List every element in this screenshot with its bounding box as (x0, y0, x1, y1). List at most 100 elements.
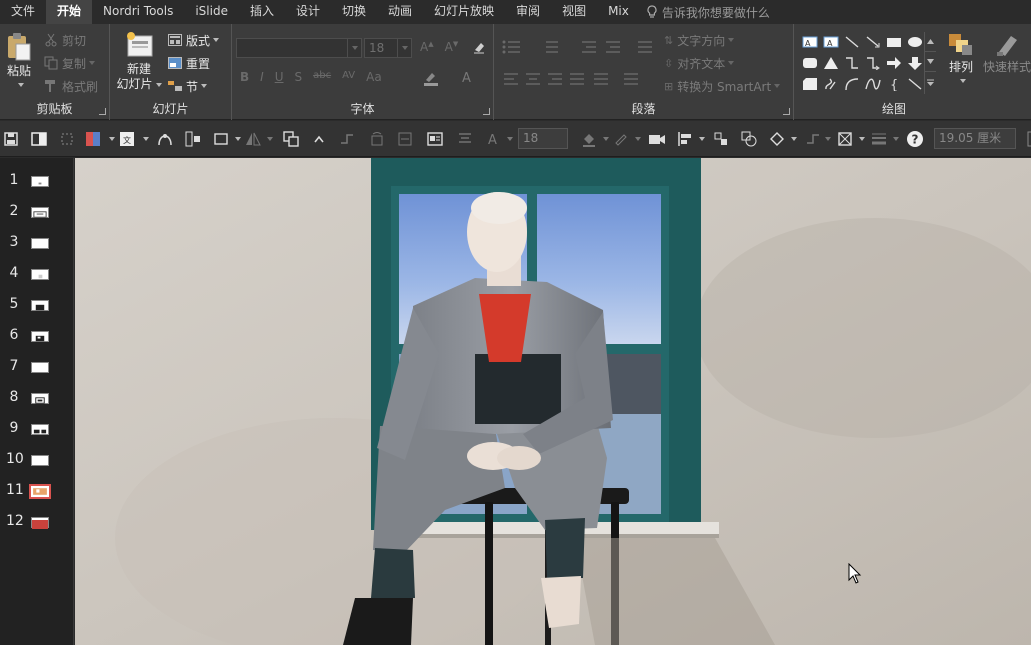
slide-thumbnail[interactable]: 7 (0, 352, 74, 383)
tab-home[interactable]: 开始 (46, 0, 93, 24)
tab-nordri-tools[interactable]: Nordri Tools (92, 0, 184, 24)
align-center-icon[interactable] (456, 130, 474, 148)
slide-thumbnail[interactable]: 12 (0, 507, 74, 538)
fill-color-icon[interactable] (84, 130, 102, 148)
cut-button[interactable]: 剪切 (44, 30, 86, 50)
convert-smartart-button[interactable]: ⊞ 转换为 SmartArt (664, 76, 781, 96)
align-left-objects-icon[interactable] (676, 130, 694, 148)
change-shape-icon[interactable] (768, 130, 786, 148)
help-icon[interactable]: ? (906, 130, 924, 148)
font-a-icon[interactable]: A (484, 130, 502, 148)
align-text-button[interactable]: ⇳ 对齐文本 (664, 53, 735, 73)
shape-outline-icon[interactable] (612, 130, 630, 148)
slide-thumbnail[interactable]: 8 (0, 383, 74, 414)
slide-thumbnail-image[interactable] (31, 362, 49, 373)
align-shapes-icon[interactable] (184, 130, 202, 148)
slide-thumbnail[interactable]: 4 (0, 259, 74, 290)
layout-button[interactable]: 版式 (168, 30, 220, 50)
reset-button[interactable]: 重置 (168, 53, 210, 73)
curve-shape-icon[interactable] (863, 74, 883, 94)
qat-font-size-box[interactable]: 18 (518, 128, 568, 149)
rounded-rect-shape-icon[interactable] (800, 53, 820, 73)
slide-thumbnail-image[interactable] (31, 238, 49, 249)
slide-thumbnail[interactable]: 3 (0, 228, 74, 259)
slide-thumbnail-image[interactable] (31, 393, 49, 404)
collapse-up-icon[interactable] (310, 130, 328, 148)
gallery-up-icon[interactable] (925, 32, 936, 52)
slide-thumbnail-image[interactable] (31, 300, 49, 311)
edit-points-icon[interactable] (156, 130, 174, 148)
tab-slideshow[interactable]: 幻灯片放映 (423, 0, 505, 24)
shapes-gallery[interactable]: A A { (800, 32, 924, 94)
shape-width-box[interactable]: 19.05 厘米 (934, 128, 1016, 149)
group-shapes-icon[interactable] (282, 130, 300, 148)
slide-thumbnail-image[interactable] (31, 176, 49, 187)
slide-thumbnail[interactable]: 5 (0, 290, 74, 321)
shape-union-icon[interactable] (740, 130, 758, 148)
elbow-arrow-connector-icon[interactable] (863, 53, 883, 73)
slide-thumbnail[interactable]: 2 (0, 197, 74, 228)
shadow-icon[interactable]: S (295, 70, 303, 84)
save-icon[interactable] (2, 130, 20, 148)
underline-icon[interactable]: U (275, 70, 284, 84)
increase-font-icon[interactable]: A▲ (420, 40, 434, 54)
slide-photo[interactable] (75, 158, 1031, 645)
clear-formatting-icon[interactable] (472, 40, 486, 54)
video-icon[interactable] (648, 130, 666, 148)
resize-icon[interactable] (212, 130, 230, 148)
brace-shape-icon[interactable]: { (884, 74, 904, 94)
slide-thumbnail[interactable]: 11 (0, 476, 74, 507)
vertical-textbox-shape-icon[interactable]: A (821, 32, 841, 52)
arrow-line-shape-icon[interactable] (863, 32, 883, 52)
new-slide-button[interactable]: 新建 幻灯片 (116, 30, 162, 92)
font-color-icon[interactable]: A (460, 70, 476, 86)
elbow-connector-icon[interactable] (842, 53, 862, 73)
slide-thumbnail[interactable]: 10 (0, 445, 74, 476)
font-name-dropdown-icon[interactable] (347, 39, 361, 57)
bold-icon[interactable]: B (240, 70, 249, 84)
tab-islide[interactable]: iSlide (184, 0, 239, 24)
slide-thumbnail-image[interactable] (31, 424, 49, 435)
clipboard-launcher-icon[interactable] (99, 108, 106, 115)
oval-shape-icon[interactable] (905, 32, 925, 52)
flip-icon[interactable] (244, 130, 262, 148)
line-shape-icon[interactable] (842, 32, 862, 52)
freeform-shape-icon[interactable] (821, 74, 841, 94)
slide-thumbnail-image[interactable] (31, 207, 49, 218)
connector-tool-icon[interactable] (338, 130, 356, 148)
text-effect-icon[interactable]: 文 (118, 130, 136, 148)
format-painter-button[interactable]: 格式刷 (44, 76, 98, 96)
italic-icon[interactable]: I (260, 70, 264, 84)
tab-animations[interactable]: 动画 (377, 0, 423, 24)
snip-rect-shape-icon[interactable] (800, 74, 820, 94)
tab-mix[interactable]: Mix (597, 0, 640, 24)
rectangle-shape-icon[interactable] (884, 32, 904, 52)
slide-thumbnail-image[interactable] (29, 484, 51, 499)
tab-view[interactable]: 视图 (551, 0, 597, 24)
slide-thumbnail-image[interactable] (31, 331, 49, 342)
tab-insert[interactable]: 插入 (239, 0, 285, 24)
slide-thumbnail[interactable]: 1 (0, 166, 74, 197)
decrease-font-icon[interactable]: A▼ (445, 40, 459, 54)
layout-view-icon[interactable] (30, 130, 48, 148)
font-size-combobox[interactable]: 18 (364, 38, 412, 58)
copy-button[interactable]: 复制 (44, 53, 96, 73)
line-weight-icon[interactable] (870, 130, 888, 148)
slide-thumbnail-image[interactable] (31, 517, 49, 529)
rotate-icon[interactable] (368, 130, 386, 148)
gallery-down-icon[interactable] (925, 52, 936, 72)
paragraph-launcher-icon[interactable] (783, 108, 790, 115)
slide-thumbnail-image[interactable] (31, 455, 49, 466)
down-arrow-shape-icon[interactable] (905, 53, 925, 73)
shape-fill-bucket-icon[interactable] (580, 130, 598, 148)
arc-shape-icon[interactable] (842, 74, 862, 94)
font-name-combobox[interactable] (236, 38, 362, 58)
tab-review[interactable]: 审阅 (505, 0, 551, 24)
right-arrow-shape-icon[interactable] (884, 53, 904, 73)
section-button[interactable]: 节 (168, 76, 208, 96)
diagonal-line-shape-icon[interactable] (905, 74, 925, 94)
picture-crop-icon[interactable] (836, 130, 854, 148)
gallery-more-icon[interactable] (925, 72, 936, 92)
arrange-button[interactable]: 排列 (944, 32, 978, 88)
char-spacing-icon[interactable]: AV (342, 70, 355, 84)
